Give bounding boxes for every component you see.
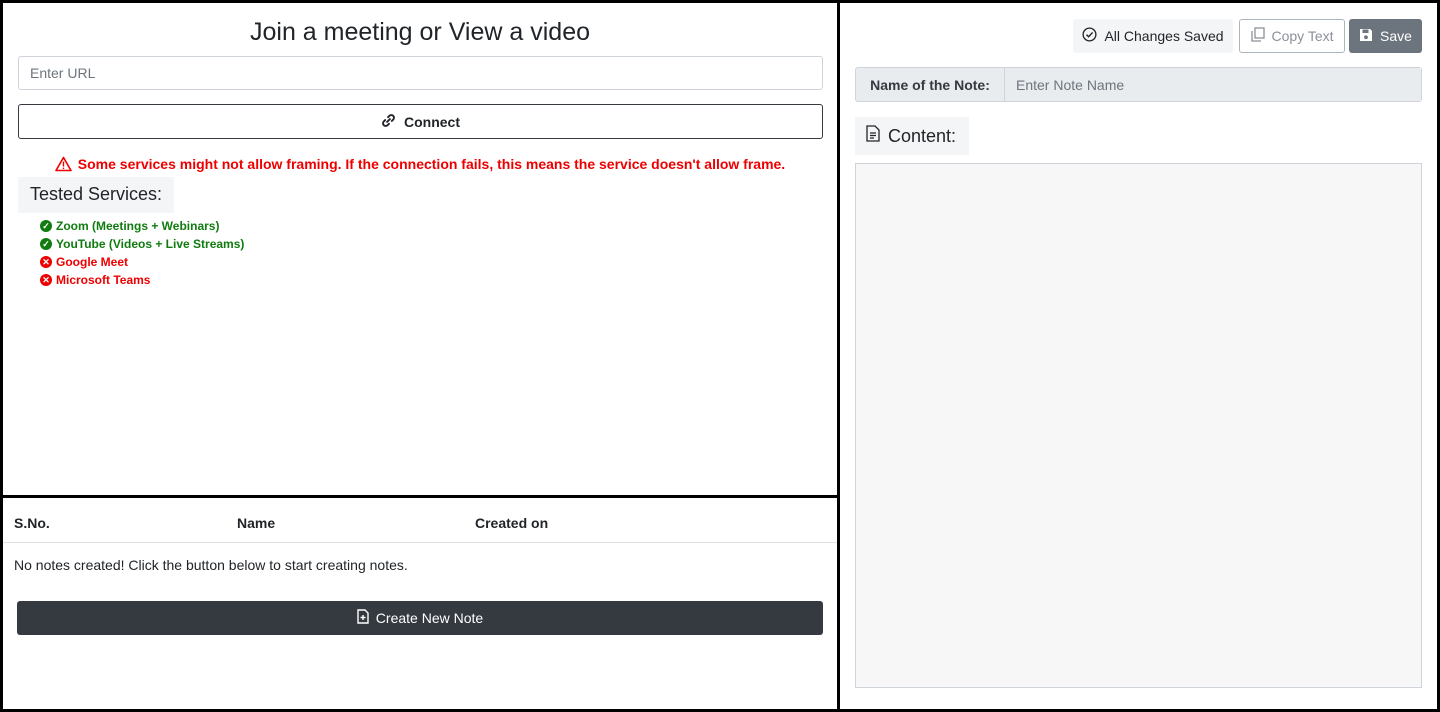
list-item: ✕ Microsoft Teams <box>40 271 244 289</box>
url-input[interactable] <box>18 56 823 90</box>
note-content-editor[interactable] <box>855 163 1422 688</box>
list-item: ✓ YouTube (Videos + Live Streams) <box>40 235 244 253</box>
connect-label: Connect <box>404 113 460 130</box>
framing-warning: Some services might not allow framing. I… <box>0 156 840 175</box>
floppy-disk-icon <box>1359 28 1373 45</box>
tested-services-list: ✓ Zoom (Meetings + Webinars) ✓ YouTube (… <box>40 217 244 289</box>
column-header-created: Created on <box>475 515 549 531</box>
x-circle-icon: ✕ <box>40 274 52 286</box>
check-circle-icon: ✓ <box>40 220 52 232</box>
copy-text-label: Copy Text <box>1271 28 1334 44</box>
note-name-input[interactable] <box>1005 68 1421 101</box>
x-circle-icon: ✕ <box>40 256 52 268</box>
document-icon <box>866 125 880 147</box>
service-label: YouTube (Videos + Live Streams) <box>56 237 245 251</box>
warning-triangle-icon <box>54 156 72 175</box>
create-new-note-button[interactable]: Create New Note <box>17 601 823 635</box>
service-label: Google Meet <box>56 255 129 269</box>
save-status-indicator: All Changes Saved <box>1073 19 1233 53</box>
link-icon <box>381 113 396 131</box>
column-header-name: Name <box>237 515 276 531</box>
table-divider <box>3 542 837 543</box>
content-heading-label: Content: <box>888 125 957 146</box>
warning-text: Some services might not allow framing. I… <box>77 156 786 172</box>
empty-notes-message: No notes created! Click the button below… <box>14 557 408 573</box>
content-heading: Content: <box>855 117 969 155</box>
create-new-note-label: Create New Note <box>375 610 484 626</box>
note-name-group: Name of the Note: <box>855 67 1422 102</box>
file-plus-icon <box>357 609 369 627</box>
check-circle-icon: ✓ <box>40 238 52 250</box>
list-item: ✓ Zoom (Meetings + Webinars) <box>40 217 244 235</box>
copy-icon <box>1250 27 1265 45</box>
save-label: Save <box>1380 28 1412 44</box>
connect-button[interactable]: Connect <box>18 104 823 139</box>
service-label: Zoom (Meetings + Webinars) <box>56 219 220 233</box>
list-item: ✕ Google Meet <box>40 253 244 271</box>
tested-services-heading: Tested Services: <box>18 177 175 213</box>
save-status-text: All Changes Saved <box>1104 28 1224 44</box>
service-label: Microsoft Teams <box>56 273 151 287</box>
column-header-sno: S.No. <box>14 515 50 531</box>
page-title: Join a meeting or View a video <box>249 18 590 46</box>
save-button[interactable]: Save <box>1349 19 1422 53</box>
note-name-label: Name of the Note: <box>856 68 1005 101</box>
check-circle-outline-icon <box>1082 27 1097 45</box>
copy-text-button[interactable]: Copy Text <box>1239 19 1345 53</box>
